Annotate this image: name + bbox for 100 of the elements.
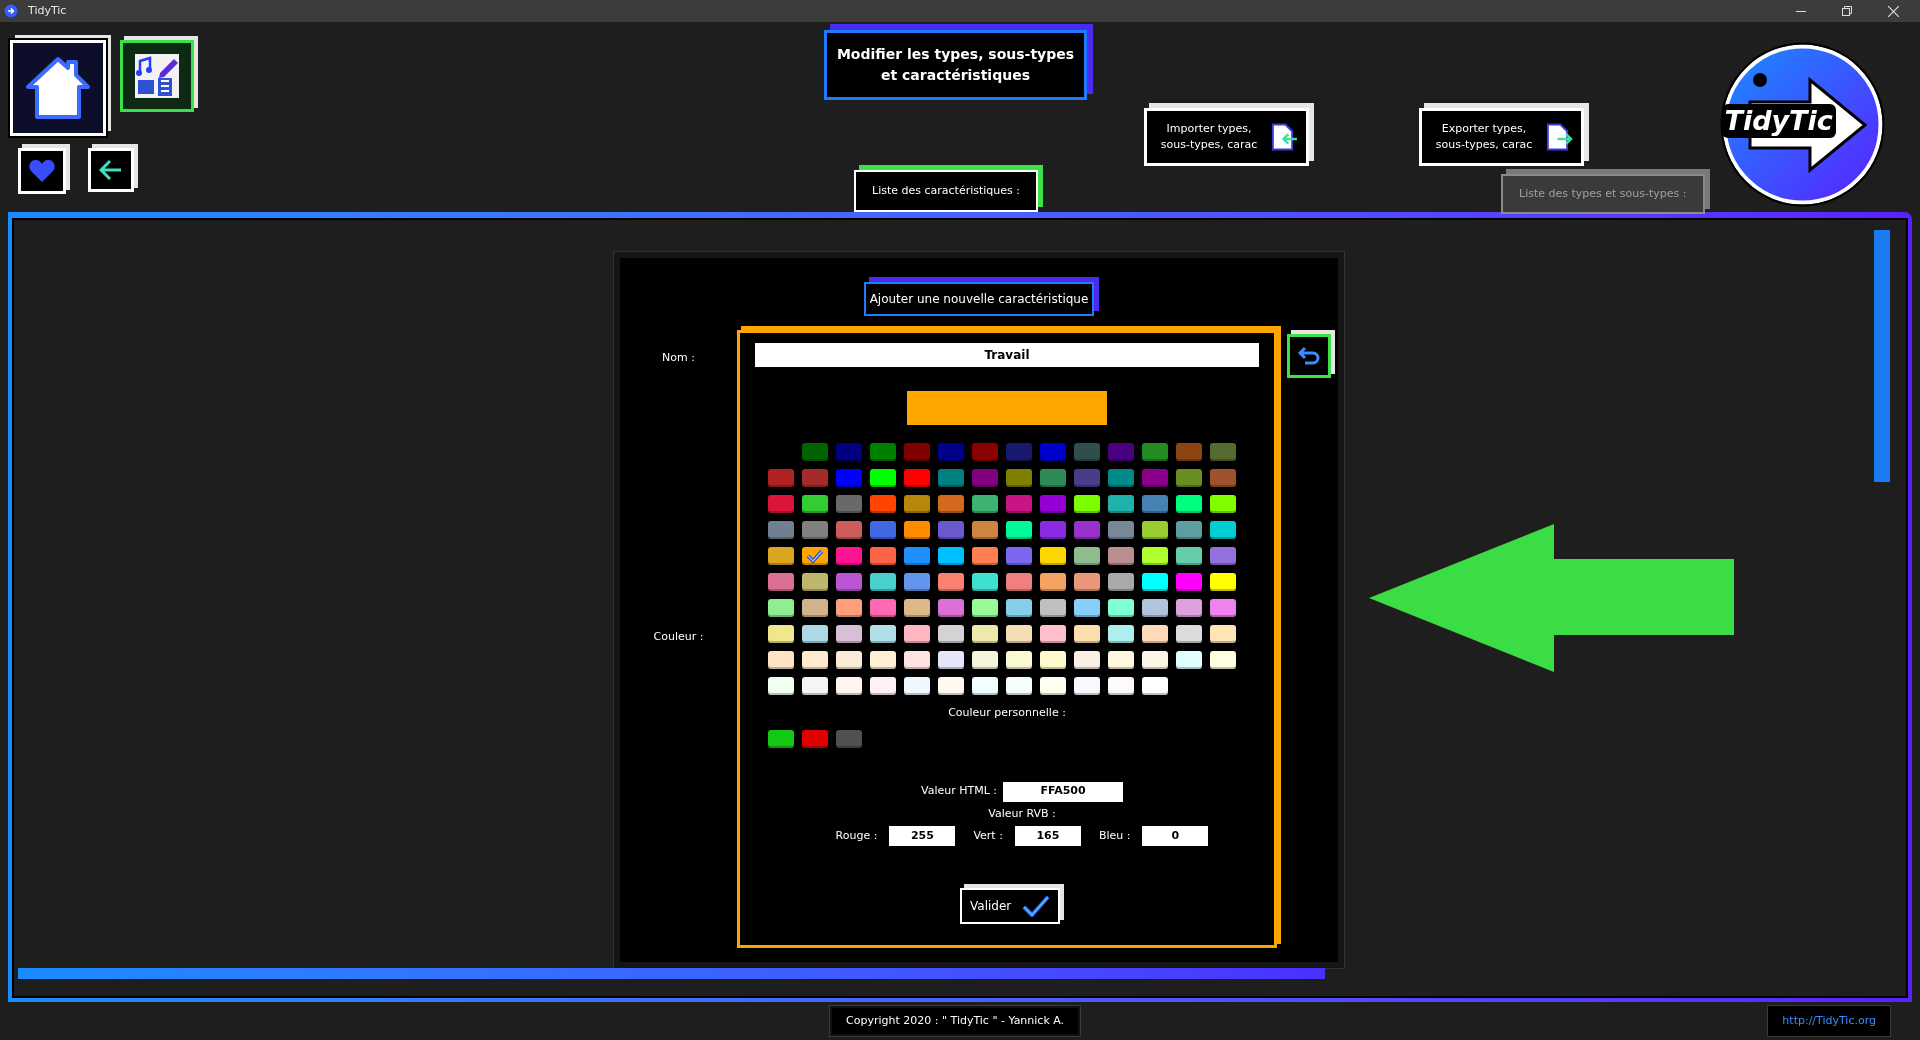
color-swatch[interactable]	[972, 651, 998, 669]
color-swatch[interactable]	[1108, 521, 1134, 539]
color-swatch[interactable]	[938, 495, 964, 513]
color-swatch[interactable]	[1040, 599, 1066, 617]
color-swatch[interactable]	[938, 547, 964, 565]
color-swatch[interactable]	[904, 469, 930, 487]
color-swatch[interactable]	[870, 443, 896, 461]
color-swatch[interactable]	[802, 625, 828, 643]
color-swatch[interactable]	[1210, 521, 1236, 539]
color-swatch[interactable]	[802, 677, 828, 695]
color-swatch[interactable]	[802, 547, 828, 565]
color-swatch[interactable]	[1210, 573, 1236, 591]
color-swatch[interactable]	[972, 599, 998, 617]
color-swatch[interactable]	[904, 495, 930, 513]
custom-color-swatch[interactable]	[768, 729, 794, 748]
color-swatch[interactable]	[938, 651, 964, 669]
color-swatch[interactable]	[972, 625, 998, 643]
color-swatch[interactable]	[1006, 573, 1032, 591]
color-swatch[interactable]	[1176, 625, 1202, 643]
color-swatch[interactable]	[768, 651, 794, 669]
color-swatch[interactable]	[768, 547, 794, 565]
color-swatch[interactable]	[1074, 599, 1100, 617]
color-swatch[interactable]	[768, 495, 794, 513]
color-swatch[interactable]	[802, 469, 828, 487]
color-swatch[interactable]	[1176, 651, 1202, 669]
color-swatch[interactable]	[836, 625, 862, 643]
color-swatch[interactable]	[802, 599, 828, 617]
color-swatch[interactable]	[768, 573, 794, 591]
html-value-field[interactable]: FFA500	[1003, 781, 1123, 802]
color-swatch[interactable]	[1142, 677, 1168, 695]
color-swatch[interactable]	[1210, 547, 1236, 565]
color-swatch[interactable]	[1040, 625, 1066, 643]
color-swatch[interactable]	[972, 521, 998, 539]
color-swatch[interactable]	[870, 547, 896, 565]
color-swatch[interactable]	[972, 469, 998, 487]
color-swatch[interactable]	[836, 443, 862, 461]
color-swatch[interactable]	[802, 573, 828, 591]
color-swatch[interactable]	[1108, 495, 1134, 513]
color-swatch[interactable]	[1108, 651, 1134, 669]
color-swatch[interactable]	[870, 469, 896, 487]
color-swatch[interactable]	[1142, 573, 1168, 591]
color-swatch[interactable]	[836, 573, 862, 591]
color-swatch[interactable]	[870, 521, 896, 539]
color-swatch[interactable]	[1074, 573, 1100, 591]
color-swatch[interactable]	[1006, 443, 1032, 461]
color-swatch[interactable]	[1006, 651, 1032, 669]
horizontal-scrollbar[interactable]	[18, 968, 1325, 979]
color-swatch[interactable]	[802, 521, 828, 539]
color-swatch[interactable]	[802, 651, 828, 669]
color-swatch[interactable]	[1040, 573, 1066, 591]
color-swatch[interactable]	[802, 495, 828, 513]
scrollbar-thumb[interactable]	[1874, 230, 1890, 482]
color-swatch[interactable]	[768, 469, 794, 487]
color-swatch[interactable]	[1040, 495, 1066, 513]
color-swatch[interactable]	[1176, 547, 1202, 565]
color-swatch[interactable]	[938, 625, 964, 643]
color-swatch[interactable]	[1142, 443, 1168, 461]
color-swatch[interactable]	[1040, 547, 1066, 565]
color-swatch[interactable]	[1040, 521, 1066, 539]
color-swatch[interactable]	[904, 599, 930, 617]
color-swatch[interactable]	[1210, 599, 1236, 617]
color-swatch[interactable]	[938, 443, 964, 461]
color-swatch[interactable]	[1108, 677, 1134, 695]
color-swatch[interactable]	[1040, 677, 1066, 695]
color-swatch[interactable]	[972, 573, 998, 591]
color-swatch[interactable]	[938, 677, 964, 695]
color-swatch[interactable]	[1142, 521, 1168, 539]
color-swatch[interactable]	[1006, 625, 1032, 643]
color-swatch[interactable]	[1176, 495, 1202, 513]
color-swatch[interactable]	[1108, 573, 1134, 591]
color-swatch[interactable]	[1108, 443, 1134, 461]
color-swatch[interactable]	[1108, 547, 1134, 565]
color-swatch[interactable]	[1074, 547, 1100, 565]
color-swatch[interactable]	[972, 677, 998, 695]
color-swatch[interactable]	[870, 677, 896, 695]
color-swatch[interactable]	[1006, 599, 1032, 617]
color-swatch[interactable]	[904, 443, 930, 461]
color-swatch[interactable]	[836, 677, 862, 695]
color-swatch[interactable]	[904, 625, 930, 643]
color-swatch[interactable]	[904, 677, 930, 695]
color-swatch[interactable]	[870, 495, 896, 513]
color-swatch[interactable]	[836, 469, 862, 487]
color-swatch[interactable]	[1040, 469, 1066, 487]
custom-color-swatch[interactable]	[802, 729, 828, 748]
rgb-component-field[interactable]: 0	[1142, 826, 1209, 846]
color-swatch[interactable]	[1142, 469, 1168, 487]
color-swatch[interactable]	[972, 495, 998, 513]
color-swatch[interactable]	[836, 651, 862, 669]
name-field[interactable]: Travail	[755, 343, 1259, 367]
color-swatch[interactable]	[904, 651, 930, 669]
color-swatch[interactable]	[1176, 469, 1202, 487]
color-swatch[interactable]	[972, 443, 998, 461]
color-swatch[interactable]	[802, 443, 828, 461]
color-swatch[interactable]	[836, 521, 862, 539]
color-swatch[interactable]	[1176, 573, 1202, 591]
color-swatch[interactable]	[1108, 599, 1134, 617]
color-swatch[interactable]	[1176, 443, 1202, 461]
color-swatch[interactable]	[1006, 547, 1032, 565]
color-swatch[interactable]	[1108, 625, 1134, 643]
rgb-component-field[interactable]: 255	[889, 826, 956, 846]
